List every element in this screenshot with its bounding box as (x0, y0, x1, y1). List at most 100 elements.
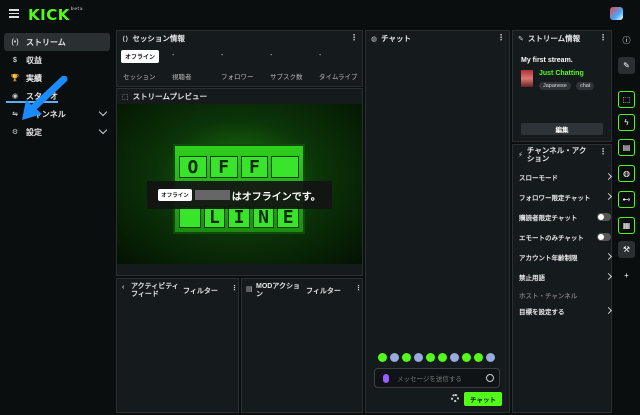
more-icon[interactable]: ⋮ (231, 284, 238, 292)
action-slow-mode[interactable]: スローモード (519, 170, 613, 184)
filter-button[interactable]: フィルター (183, 286, 218, 296)
user-avatar[interactable] (610, 7, 623, 20)
emoji-icon[interactable] (486, 374, 494, 382)
more-icon[interactable]: ⋮ (599, 33, 607, 42)
board-letter: O (179, 156, 207, 178)
collapse-icon[interactable]: ‹ (122, 284, 124, 291)
filter-button[interactable]: フィルター (306, 286, 341, 296)
action-label: エモートのみチャット (519, 235, 584, 242)
stat-value: - (172, 52, 175, 59)
sidebar-item-stream[interactable]: (•) ストリーム (4, 33, 110, 51)
emote-icon[interactable] (474, 353, 483, 362)
stat-followers: - フォロワー (215, 46, 264, 86)
action-set-goal[interactable]: 目標を設定する (519, 304, 613, 318)
sidebar-item-label: ストリーム (26, 37, 66, 47)
redacted-username (194, 190, 230, 200)
pointer-arrow-icon (22, 76, 68, 120)
emote-icon[interactable] (438, 353, 447, 362)
panel-title: セッション情報 (132, 34, 185, 43)
kick-logo[interactable]: KICKbeta (28, 6, 83, 24)
sidebar-item-label: 設定 (26, 127, 42, 137)
bolt-icon: ⚡ (518, 152, 523, 159)
emote-icon[interactable] (426, 353, 435, 362)
toggle-switch[interactable] (597, 213, 611, 221)
broadcast-icon[interactable]: ⊷ (618, 191, 635, 208)
preview-icon[interactable]: ⬚ (618, 91, 635, 108)
info-icon[interactable]: ⓘ (618, 32, 635, 49)
stream-preview-panel: ⬚ ストリームプレビュー O F F L I N E オフライン はオフラインで… (116, 88, 363, 276)
edit-button[interactable]: 編集 (521, 123, 603, 135)
more-icon[interactable]: ⋮ (355, 284, 362, 292)
more-icon[interactable]: ⋮ (350, 33, 358, 42)
broadcast-icon: (•) (11, 38, 19, 46)
action-label: 禁止用語 (519, 275, 545, 282)
toggle-switch[interactable] (597, 233, 611, 241)
pencil-icon[interactable]: ✎ (618, 57, 635, 74)
dollar-icon: $ (13, 56, 17, 64)
action-label: ホスト・チャンネル (519, 293, 578, 300)
tag-badge: chat (576, 82, 595, 90)
board-letter: N (252, 206, 275, 228)
logo-beta: beta (70, 6, 84, 11)
code-icon: ⟨⟩ (122, 35, 129, 43)
gear-icon[interactable] (451, 394, 459, 402)
chat-input[interactable]: メッセージを送信する (374, 368, 500, 388)
panel-title: チャンネル・アクション (526, 146, 587, 163)
category-link[interactable]: Just Chatting (539, 70, 584, 77)
sidebar-item-revenue[interactable]: $ 収益 (4, 51, 110, 69)
offline-badge: オフライン (121, 50, 160, 63)
gear-icon: ⚙ (11, 129, 19, 136)
action-subscriber-only[interactable]: 購読者限定チャット (519, 210, 611, 224)
chat-placeholder: メッセージを送信する (397, 376, 462, 383)
chevron-right-icon (604, 272, 613, 281)
board-letter: I (228, 206, 250, 228)
offline-overlay: オフライン はオフラインです。 (147, 181, 332, 209)
panel-title: ストリームプレビュー (132, 92, 207, 101)
stat-label: フォロワー (221, 74, 254, 81)
logo-text: KICK (28, 6, 70, 24)
board-letter: L (203, 206, 226, 228)
emote-icon[interactable] (462, 353, 471, 362)
shield-icon: ▤ (246, 286, 253, 293)
session-stats: オフライン セッション - 視聴者 - フォロワー - サブスク数 - タイムラ… (117, 46, 362, 86)
stream-preview[interactable]: O F F L I N E オフライン はオフラインです。 (117, 104, 362, 264)
chevron-right-icon (604, 172, 613, 181)
action-label: アカウント年齢制限 (519, 255, 578, 262)
document-icon[interactable]: ▤ (618, 139, 635, 156)
board-letter: F (240, 156, 269, 178)
chat-bubble-icon[interactable]: ◍ (618, 165, 635, 182)
action-emote-only[interactable]: エモートのみチャット (519, 230, 611, 244)
emote-icon[interactable] (486, 353, 495, 362)
tag-badge: Japanese (539, 82, 571, 90)
stat-value: - (221, 52, 224, 59)
action-account-age[interactable]: アカウント年齢制限 (519, 250, 613, 264)
emote-icon[interactable] (450, 353, 459, 362)
more-icon[interactable]: ⋮ (599, 147, 607, 156)
channel-actions-header: ⚡ チャンネル・アクション ⋮ (513, 145, 611, 165)
action-follower-only[interactable]: フォロワー限定チャット (519, 190, 613, 204)
action-host-channel: ホスト・チャンネル (519, 288, 611, 302)
activity-feed-panel: ‹ アクティビティフィード フィルター ⋮ (116, 278, 239, 413)
mic-icon[interactable] (383, 373, 389, 383)
emote-bar (378, 353, 495, 362)
stat-label: セッション (123, 74, 156, 81)
bolt-icon[interactable]: ϟ (618, 114, 635, 131)
wrench-icon[interactable]: ⚒ (618, 241, 635, 258)
chat-bubble-icon: ◍ (371, 35, 378, 43)
emote-icon[interactable] (414, 353, 423, 362)
emote-icon[interactable] (378, 353, 387, 362)
stat-viewers: - 視聴者 (166, 46, 215, 86)
add-icon[interactable]: + (618, 267, 635, 284)
menu-icon[interactable] (9, 9, 19, 18)
board-letter: F (209, 156, 238, 178)
chat-send-button[interactable]: チャット (464, 392, 502, 406)
chevron-down-icon (98, 107, 108, 117)
sidebar-item-label: 収益 (26, 55, 42, 65)
emote-icon[interactable] (390, 353, 399, 362)
emote-icon[interactable] (402, 353, 411, 362)
layout-icon[interactable]: ▦ (618, 217, 635, 234)
action-banned-words[interactable]: 禁止用語 (519, 270, 613, 284)
more-icon[interactable]: ⋮ (497, 33, 505, 42)
chevron-right-icon (604, 306, 613, 315)
offline-badge: オフライン (158, 189, 192, 201)
